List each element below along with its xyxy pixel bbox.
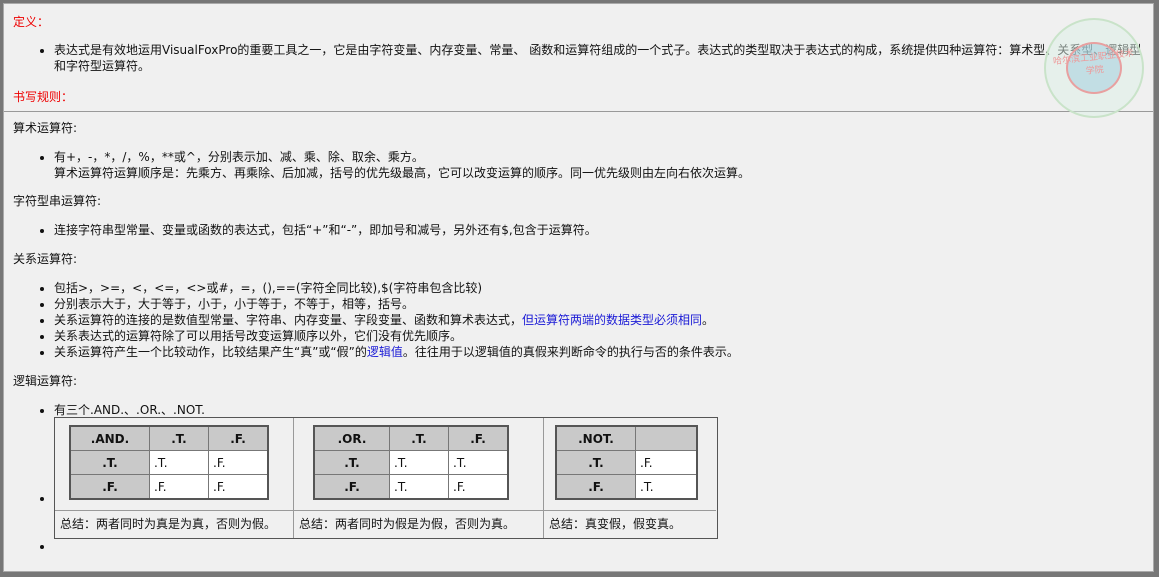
relation-text: 关系运算符的连接的是数值型常量、字符串、内存变量、字段变量、函数和算术表达式， <box>54 313 523 327</box>
table-cell: .F. <box>149 474 209 500</box>
table-header: .AND. <box>69 425 150 451</box>
summary-not: 总结：真变假，假变真。 <box>544 510 716 538</box>
table-row-header: .T. <box>313 450 390 475</box>
relation-highlight: 但运算符两端的数据类型必须相同 <box>522 313 703 327</box>
relation-item: 关系运算符产生一个比较动作，比较结果产生“真”或“假”的逻辑值。往往用于以逻辑值… <box>54 344 739 360</box>
or-cell: .OR. .T. .F. .T. .T. .T. .F. .T. .F. <box>294 418 544 510</box>
relation-tail: 。往往用于以逻辑值的真假来判断命令的执行与否的条件表示。 <box>402 345 739 359</box>
truth-table-container: .AND. .T. .F. .T. .T. .F. .F. .F. .F. .O… <box>54 417 718 539</box>
table-header: .T. <box>389 425 449 451</box>
table-header: .F. <box>208 425 269 451</box>
not-cell: .NOT. .T. .F. .F. .T. <box>544 418 716 510</box>
string-heading: 字符型串运算符: <box>13 194 102 208</box>
table-cell: .F. <box>208 450 269 475</box>
relation-item: 分别表示大于，大于等于，小于，小于等于，不等于，相等，括号。 <box>54 296 739 312</box>
summary-or: 总结：两者同时为假是为假，否则为真。 <box>294 510 544 538</box>
definition-heading: 定义： <box>13 15 50 29</box>
divider <box>4 111 1153 112</box>
table-header <box>635 425 698 451</box>
logic-list: 有三个.AND.、.OR.、.NOT. <box>4 402 205 418</box>
table-cell: .F. <box>448 474 509 500</box>
table-cell: .T. <box>448 450 509 475</box>
relation-list: 包括>，>=，<，<=，<>或#，=，(),==(字符全同比较),$(字符串包含… <box>4 280 739 360</box>
table-header: .NOT. <box>555 425 636 451</box>
definition-item: 表达式是有效地运用VisualFoxPro的重要工具之一，它是由字符变量、内存变… <box>54 42 1141 74</box>
table-row-header: .T. <box>555 450 636 475</box>
relation-item: 关系运算符的连接的是数值型常量、字符串、内存变量、字段变量、函数和算术表达式，但… <box>54 312 739 328</box>
table-row-header: .F. <box>555 474 636 500</box>
logic-bullet-2 <box>4 490 54 506</box>
not-table: .NOT. .T. .F. .F. .T. <box>555 425 698 500</box>
table-cell: .F. <box>208 474 269 500</box>
and-cell: .AND. .T. .F. .T. .T. .F. .F. .F. .F. <box>55 418 294 510</box>
school-seal-logo: 哈尔滨工业职业技术学院 <box>1044 18 1144 118</box>
definition-text: 表达式是有效地运用VisualFoxPro的重要工具之一，它是由字符变量、内存变… <box>54 43 1142 57</box>
table-header: .F. <box>448 425 509 451</box>
table-header: .T. <box>149 425 209 451</box>
logic-bullet-3 <box>4 538 54 554</box>
summary-and: 总结：两者同时为真是为真，否则为假。 <box>55 510 294 538</box>
relation-heading: 关系运算符: <box>13 252 78 266</box>
table-row-header: .F. <box>69 474 150 500</box>
arith-list: 有+，-，*，/，%，**或^，分别表示加、减、乘、除、取余、乘方。 算术运算符… <box>4 149 750 181</box>
table-cell: .T. <box>389 450 449 475</box>
logic-heading: 逻辑运算符: <box>13 374 78 388</box>
table-cell: .T. <box>149 450 209 475</box>
definition-text-2: 和字符型运算符。 <box>54 59 151 73</box>
and-table: .AND. .T. .F. .T. .T. .F. .F. .F. .F. <box>69 425 269 500</box>
arith-heading: 算术运算符: <box>13 121 78 135</box>
or-table: .OR. .T. .F. .T. .T. .T. .F. .T. .F. <box>313 425 509 500</box>
page-frame: 定义： 表达式是有效地运用VisualFoxPro的重要工具之一，它是由字符变量… <box>3 3 1154 572</box>
table-row-header: .F. <box>313 474 390 500</box>
relation-item: 包括>，>=，<，<=，<>或#，=，(),==(字符全同比较),$(字符串包含… <box>54 280 739 296</box>
definition-list: 表达式是有效地运用VisualFoxPro的重要工具之一，它是由字符变量、内存变… <box>4 42 1141 74</box>
table-cell: .T. <box>389 474 449 500</box>
table-header: .OR. <box>313 425 390 451</box>
relation-tail: 。 <box>702 313 715 327</box>
string-item: 连接字符串型常量、变量或函数的表达式，包括“+”和“-”，即加号和减号，另外还有… <box>54 222 597 238</box>
table-cell: .F. <box>635 450 698 475</box>
relation-item: 关系表达式的运算符除了可以用括号改变运算顺序以外，它们没有优先顺序。 <box>54 328 739 344</box>
table-cell: .T. <box>635 474 698 500</box>
logic-intro: 有三个.AND.、.OR.、.NOT. <box>54 402 205 418</box>
seal-text: 哈尔滨工业职业技术学院 <box>1052 48 1135 77</box>
arith-line-1: 有+，-，*，/，%，**或^，分别表示加、减、乘、除、取余、乘方。 <box>54 150 424 164</box>
table-row-header: .T. <box>69 450 150 475</box>
arith-line-2: 算术运算符运算顺序是：先乘方、再乘除、后加减，括号的优先级最高，它可以改变运算的… <box>54 166 751 180</box>
rules-heading: 书写规则： <box>13 90 74 104</box>
logic-value-link: 逻辑值 <box>366 345 403 359</box>
string-list: 连接字符串型常量、变量或函数的表达式，包括“+”和“-”，即加号和减号，另外还有… <box>4 222 597 238</box>
arith-item: 有+，-，*，/，%，**或^，分别表示加、减、乘、除、取余、乘方。 算术运算符… <box>54 149 750 181</box>
relation-text: 关系运算符产生一个比较动作，比较结果产生“真”或“假”的 <box>54 345 367 359</box>
